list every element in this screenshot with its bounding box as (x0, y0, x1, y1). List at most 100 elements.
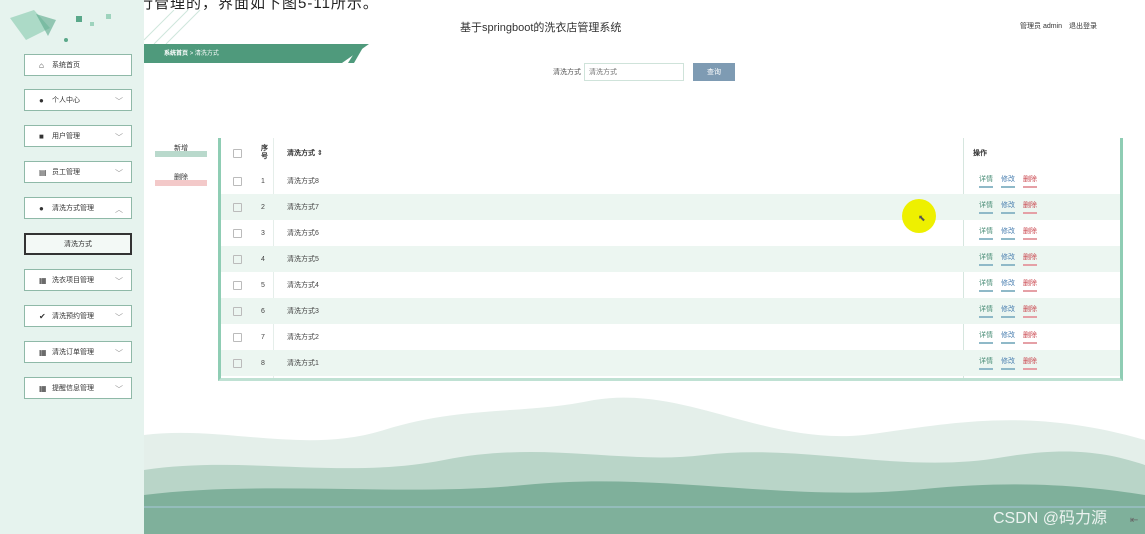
chevron-down-icon: ﹀ (115, 349, 123, 358)
sidebar-item-label: 用户管理 (52, 133, 80, 140)
row-checkbox[interactable] (233, 228, 242, 238)
sidebar-item-5[interactable]: 清洗方式 (24, 233, 132, 255)
table-row: 1 清洗方式8 详情 修改 删除 (221, 168, 1120, 194)
row-checkbox[interactable] (233, 306, 242, 316)
edit-link[interactable]: 修改 (1001, 356, 1015, 370)
sidebar-item-3[interactable]: ▤ 员工管理 ﹀ (24, 161, 132, 183)
chevron-down-icon: ﹀ (115, 97, 123, 106)
sidebar-item-2[interactable]: ■ 用户管理 ﹀ (24, 125, 132, 147)
add-button[interactable]: 新增 (155, 143, 207, 157)
edit-link[interactable]: 修改 (1001, 174, 1015, 188)
sidebar-item-9[interactable]: ▦ 提醒信息管理 ﹀ (24, 377, 132, 399)
search-input[interactable] (584, 63, 684, 81)
data-table: 序号 清洗方式 ⇕ 操作 1 清洗方式8 详情 修改 删除 2 清洗方式7 详情 修改 删除 3 清洗… (218, 138, 1123, 381)
delete-link[interactable]: 删除 (1023, 252, 1037, 266)
row-name: 清洗方式2 (287, 334, 319, 341)
thumb-icon: ✔ (39, 311, 46, 321)
view-link[interactable]: 详情 (979, 330, 993, 344)
grid-icon: ▦ (39, 383, 47, 393)
chevron-down-icon: ﹀ (115, 313, 123, 322)
home-icon: ⌂ (39, 60, 44, 70)
breadcrumb-home[interactable]: 系统首页 (164, 51, 188, 57)
view-link[interactable]: 详情 (979, 226, 993, 240)
row-checkbox[interactable] (233, 280, 242, 290)
chevron-down-icon: ﹀ (115, 385, 123, 394)
sidebar-item-6[interactable]: ▦ 洗衣项目管理 ﹀ (24, 269, 132, 291)
delete-link[interactable]: 删除 (1023, 304, 1037, 318)
row-ops: 详情 修改 删除 (979, 278, 1037, 292)
breadcrumb-current: 清洗方式 (194, 51, 219, 57)
edit-link[interactable]: 修改 (1001, 304, 1015, 318)
view-link[interactable]: 详情 (979, 304, 993, 318)
row-index: 2 (261, 203, 265, 211)
view-link[interactable]: 详情 (979, 278, 993, 292)
row-name: 清洗方式4 (287, 282, 319, 289)
table-row: 2 清洗方式7 详情 修改 删除 (221, 194, 1120, 220)
row-index: 1 (261, 177, 265, 185)
row-index: 7 (261, 333, 265, 341)
delete-link[interactable]: 删除 (1023, 200, 1037, 214)
logo-decoration (10, 10, 111, 42)
delete-link[interactable]: 删除 (1023, 356, 1037, 370)
user-icon: ● (39, 95, 44, 105)
delete-link[interactable]: 删除 (1023, 174, 1037, 188)
row-checkbox[interactable] (233, 332, 242, 342)
delete-link[interactable]: 删除 (1023, 278, 1037, 292)
cursor-arrow-icon: ⬉ (918, 213, 926, 223)
row-name: 清洗方式7 (287, 204, 319, 211)
sidebar-item-label: 清洗订单管理 (52, 349, 94, 356)
user-icon: ● (39, 203, 44, 213)
view-link[interactable]: 详情 (979, 174, 993, 188)
header-name[interactable]: 清洗方式 ⇕ (287, 148, 323, 158)
table-row: 7 清洗方式2 详情 修改 删除 (221, 324, 1120, 350)
search-bar: 清洗方式 查询 (553, 63, 735, 81)
sidebar-item-7[interactable]: ✔ 清洗预约管理 ﹀ (24, 305, 132, 327)
delete-link[interactable]: 删除 (1023, 330, 1037, 344)
edit-link[interactable]: 修改 (1001, 252, 1015, 266)
row-ops: 详情 修改 删除 (979, 330, 1037, 344)
row-checkbox[interactable] (233, 254, 242, 264)
delete-button[interactable]: 删除 (155, 172, 207, 186)
edit-link[interactable]: 修改 (1001, 226, 1015, 240)
caption-fragment: 现例的有洗方式进行管理的，界面如下图5-11所示。 (0, 0, 1145, 10)
edit-link[interactable]: 修改 (1001, 200, 1015, 214)
chevron-up-icon: ︿ (115, 205, 123, 214)
row-checkbox[interactable] (233, 202, 242, 212)
view-link[interactable]: 详情 (979, 356, 993, 370)
breadcrumb-stripes (284, 44, 365, 63)
delete-link[interactable]: 删除 (1023, 226, 1037, 240)
sidebar-item-label: 个人中心 (52, 97, 80, 104)
sidebar-item-4[interactable]: ● 清洗方式管理 ︿ (24, 197, 132, 219)
sidebar: ⌂ 系统首页 ● 个人中心 ﹀ ■ 用户管理 ﹀ ▤ 员工管理 ﹀ ● 清洗方式管理 ︿ 清洗方式 ▦ 洗衣项目… (0, 0, 144, 534)
header-ops: 操作 (973, 150, 987, 157)
row-ops: 详情 修改 删除 (979, 304, 1037, 318)
table-row: 3 清洗方式6 详情 修改 删除 (221, 220, 1120, 246)
row-ops: 详情 修改 删除 (979, 226, 1037, 240)
search-button[interactable]: 查询 (693, 63, 735, 81)
table-row: 6 清洗方式3 详情 修改 删除 (221, 298, 1120, 324)
table-header: 序号 清洗方式 ⇕ 操作 (221, 138, 1120, 168)
arrow-left-icon: ⇤ (1130, 515, 1139, 526)
header-decoration (144, 10, 201, 44)
row-name: 清洗方式1 (287, 360, 319, 367)
row-name: 清洗方式6 (287, 230, 319, 237)
edit-link[interactable]: 修改 (1001, 278, 1015, 292)
row-checkbox[interactable] (233, 176, 242, 186)
sidebar-item-label: 系统首页 (52, 62, 80, 69)
row-name: 清洗方式8 (287, 178, 319, 185)
sidebar-item-0[interactable]: ⌂ 系统首页 (24, 54, 132, 76)
view-link[interactable]: 详情 (979, 252, 993, 266)
row-index: 3 (261, 229, 265, 237)
row-checkbox[interactable] (233, 358, 242, 368)
view-link[interactable]: 详情 (979, 200, 993, 214)
logout-link[interactable]: 退出登录 (1069, 23, 1097, 30)
sidebar-item-1[interactable]: ● 个人中心 ﹀ (24, 89, 132, 111)
header-index: 序号 (261, 145, 268, 160)
edit-link[interactable]: 修改 (1001, 330, 1015, 344)
row-index: 8 (261, 359, 265, 367)
chevron-down-icon: ﹀ (115, 277, 123, 286)
table-row: 5 清洗方式4 详情 修改 删除 (221, 272, 1120, 298)
select-all-checkbox[interactable] (233, 148, 242, 158)
sidebar-item-8[interactable]: ▦ 清洗订单管理 ﹀ (24, 341, 132, 363)
user-info: 管理员 admin 退出登录 (1015, 21, 1097, 31)
